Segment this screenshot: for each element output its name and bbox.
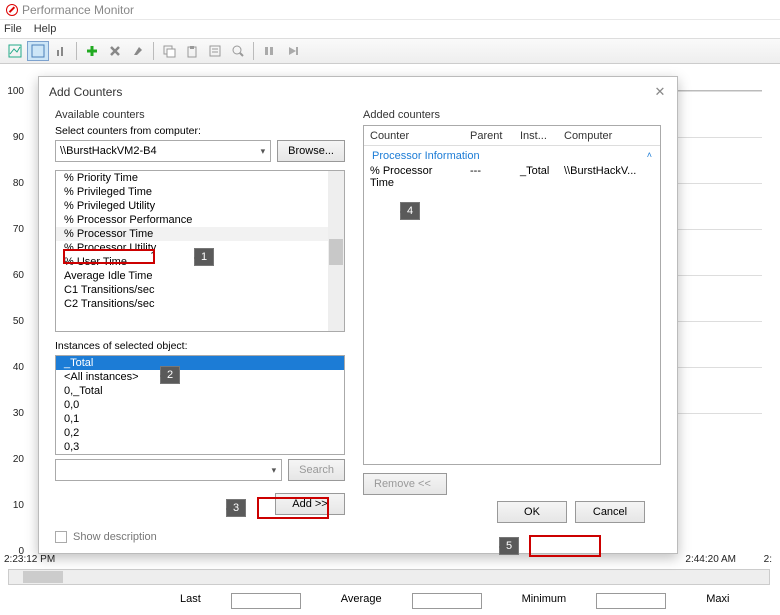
add-counters-dialog: Add Counters ✕ Available counters Select… — [38, 76, 678, 554]
instance-item[interactable]: 0,2 — [56, 426, 344, 440]
add-button[interactable]: Add >> — [275, 493, 345, 515]
freeze-icon[interactable] — [258, 41, 280, 61]
toolbar — [0, 38, 780, 64]
list-item[interactable]: % Processor Performance — [56, 213, 344, 227]
horizontal-scrollbar[interactable] — [8, 569, 770, 585]
update-icon[interactable] — [281, 41, 303, 61]
callout-4: 4 — [400, 202, 420, 220]
time-end: 2:44:20 AM — [685, 554, 736, 565]
show-description-label: Show description — [73, 531, 157, 543]
computer-combo[interactable]: \\BurstHackVM2-B4 — [55, 140, 271, 162]
callout-1: 1 — [194, 248, 214, 266]
paste-icon[interactable] — [181, 41, 203, 61]
highlight-icon[interactable] — [127, 41, 149, 61]
view-line-icon[interactable] — [4, 41, 26, 61]
copy-icon[interactable] — [158, 41, 180, 61]
menu-file[interactable]: File — [4, 23, 22, 35]
close-icon[interactable]: ✕ — [651, 83, 669, 101]
menu-help[interactable]: Help — [34, 23, 57, 35]
instance-search-combo[interactable] — [55, 459, 282, 481]
app-icon — [6, 4, 18, 16]
dialog-title: Add Counters — [49, 85, 122, 99]
footer-stats: Last Average Minimum Maxi — [0, 593, 780, 609]
instance-item[interactable]: 0,3 — [56, 440, 344, 454]
instance-item[interactable]: 0,1 — [56, 412, 344, 426]
instance-item[interactable]: 0,0 — [56, 398, 344, 412]
properties-icon[interactable] — [204, 41, 226, 61]
time-partial: 2: — [764, 554, 772, 565]
list-item-processor-time[interactable]: % Processor Time — [56, 227, 344, 241]
instance-item[interactable]: <All instances> — [56, 370, 344, 384]
counter-group[interactable]: Processor Information˄ — [364, 148, 660, 164]
ok-button[interactable]: OK — [497, 501, 567, 523]
caret-up-icon: ˄ — [647, 150, 652, 162]
scrollbar[interactable] — [328, 171, 344, 331]
callout-5: 5 — [499, 537, 519, 555]
available-counters-label: Available counters — [55, 109, 345, 121]
titlebar: Performance Monitor — [0, 0, 780, 20]
add-icon[interactable] — [81, 41, 103, 61]
added-counters-label: Added counters — [363, 109, 661, 121]
instance-item[interactable]: 0,_Total — [56, 384, 344, 398]
app-title: Performance Monitor — [22, 3, 134, 17]
delete-icon[interactable] — [104, 41, 126, 61]
search-button[interactable]: Search — [288, 459, 345, 481]
list-item[interactable]: Average Idle Time — [56, 269, 344, 283]
callout-2: 2 — [160, 366, 180, 384]
cancel-button[interactable]: Cancel — [575, 501, 645, 523]
added-counters-grid: Counter Parent Inst... Computer Processo… — [363, 125, 661, 465]
list-item[interactable]: C1 Transitions/sec — [56, 283, 344, 297]
list-item[interactable]: % Priority Time — [56, 171, 344, 185]
list-item[interactable]: % Privileged Time — [56, 185, 344, 199]
menubar: File Help — [0, 20, 780, 38]
remove-button[interactable]: Remove << — [363, 473, 447, 495]
list-item[interactable]: C2 Transitions/sec — [56, 297, 344, 311]
callout-3: 3 — [226, 499, 246, 517]
list-item[interactable]: % Privileged Utility — [56, 199, 344, 213]
view-histogram-icon[interactable] — [50, 41, 72, 61]
grid-header: Counter Parent Inst... Computer — [364, 126, 660, 146]
table-row[interactable]: % Processor Time --- _Total \\BurstHackV… — [364, 164, 660, 190]
select-from-label: Select counters from computer: — [55, 125, 345, 137]
browse-button[interactable]: Browse... — [277, 140, 345, 162]
instances-label: Instances of selected object: — [55, 340, 345, 352]
time-start: 2:23:12 PM — [4, 554, 55, 565]
view-report-icon[interactable] — [27, 41, 49, 61]
zoom-icon[interactable] — [227, 41, 249, 61]
show-description-checkbox[interactable] — [55, 531, 67, 543]
instances-listbox[interactable]: _Total <All instances> 0,_Total 0,0 0,1 … — [55, 355, 345, 455]
instance-total[interactable]: _Total — [56, 356, 344, 370]
